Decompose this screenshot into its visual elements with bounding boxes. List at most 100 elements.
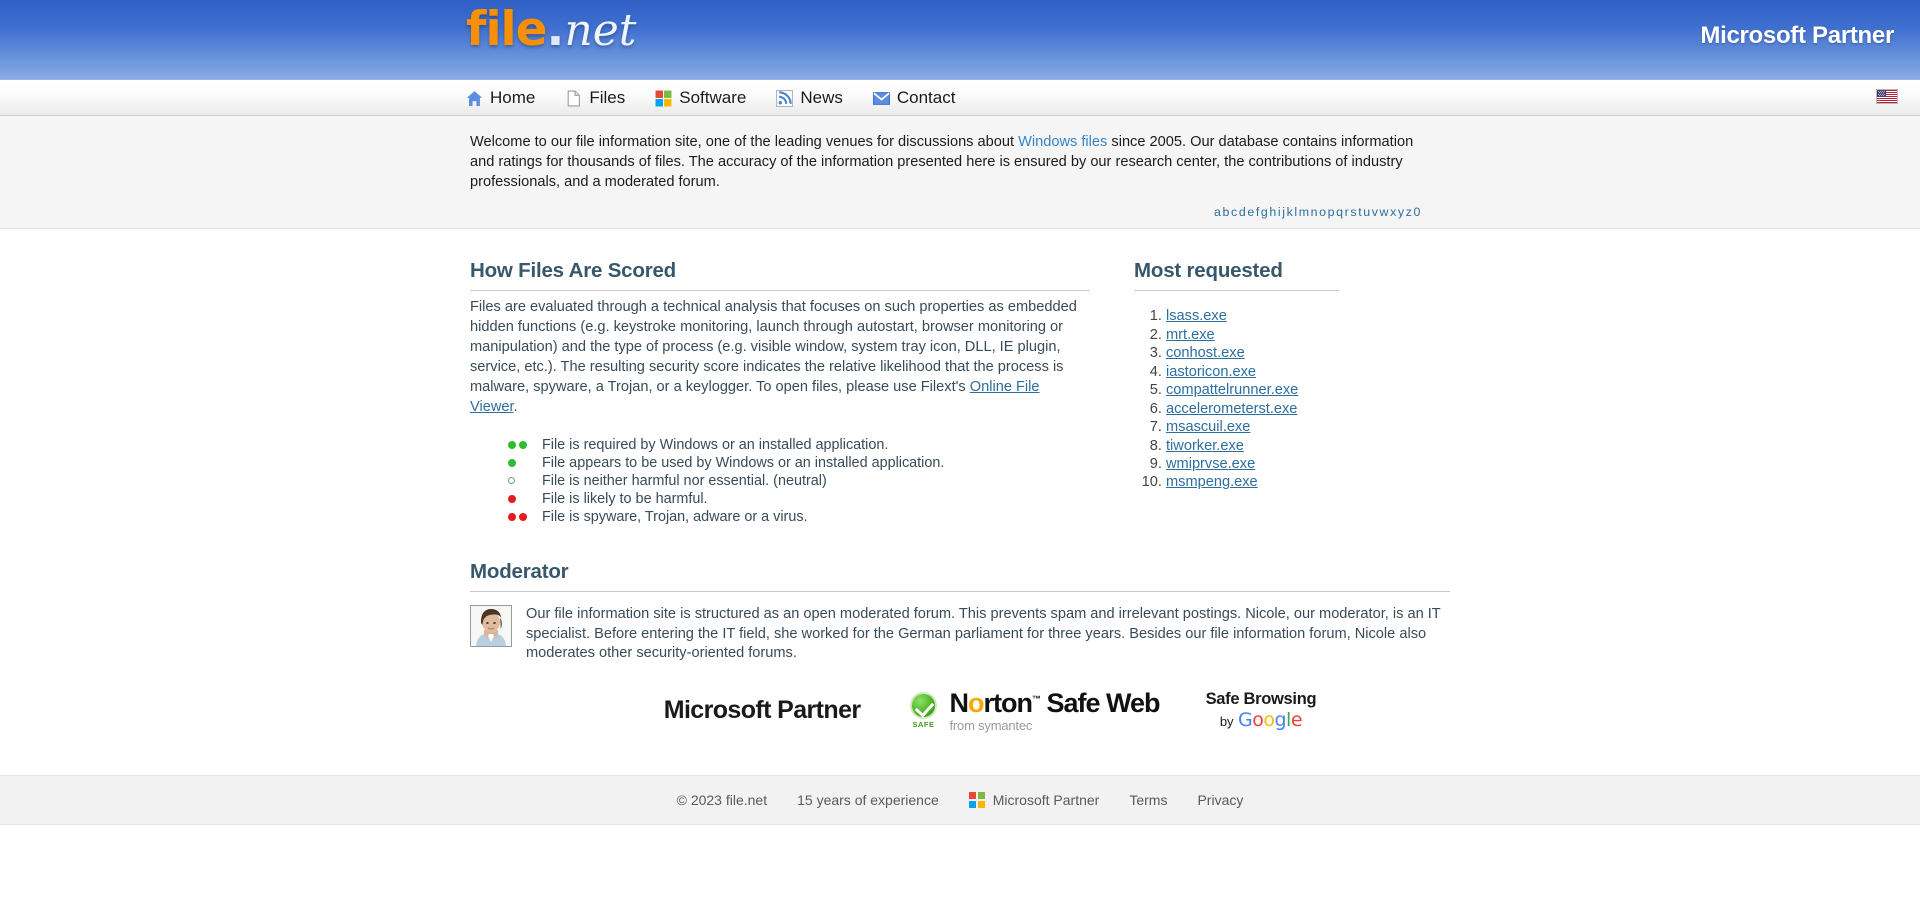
footer-partner-label: Microsoft Partner xyxy=(992,792,1100,808)
list-item: compattelrunner.exe xyxy=(1166,381,1339,399)
list-item: accelerometerst.exe xyxy=(1166,400,1339,418)
safe-browsing-title: Safe Browsing xyxy=(1205,690,1317,709)
nav-item-home[interactable]: Home xyxy=(466,88,535,108)
nav-item-software[interactable]: Software xyxy=(655,88,746,108)
alphabet-link-p[interactable]: p xyxy=(1328,205,1337,219)
nav-label-news: News xyxy=(800,88,843,107)
content-columns: How Files Are Scored Files are evaluated… xyxy=(470,259,1450,525)
page-root: file.net Microsoft Partner Home Files So… xyxy=(0,0,1920,825)
nav-item-files[interactable]: Files xyxy=(565,88,625,108)
nav-label-files: Files xyxy=(589,88,626,107)
intro-wrap: Welcome to our file information site, on… xyxy=(470,132,1450,219)
alphabet-link-b[interactable]: b xyxy=(1223,205,1232,219)
site-footer: © 2023 file.net 15 years of experience M… xyxy=(0,775,1920,825)
safe-browsing-by: by xyxy=(1219,713,1234,729)
alphabet-link-n[interactable]: n xyxy=(1311,205,1320,219)
most-requested-link-msmpeng.exe[interactable]: msmpeng.exe xyxy=(1166,474,1258,490)
scoring-paragraph: Files are evaluated through a technical … xyxy=(470,298,1090,417)
norton-trademark: ™ xyxy=(1032,693,1041,704)
alphabet-link-x[interactable]: x xyxy=(1390,205,1398,219)
most-requested-link-conhost.exe[interactable]: conhost.exe xyxy=(1166,345,1245,361)
google-letter-g2: g xyxy=(1274,708,1287,731)
alphabet-link-q[interactable]: q xyxy=(1336,205,1345,219)
footer-privacy-link[interactable]: Privacy xyxy=(1197,792,1243,808)
alphabet-link-v[interactable]: v xyxy=(1372,205,1380,219)
hollow-circle-icon xyxy=(508,477,542,485)
footer-terms-link[interactable]: Terms xyxy=(1129,792,1167,808)
site-logo[interactable]: file.net xyxy=(466,6,636,53)
norton-n: N xyxy=(949,687,969,718)
most-requested-link-mrt.exe[interactable]: mrt.exe xyxy=(1166,327,1215,343)
rss-icon xyxy=(776,89,794,107)
list-item: tiworker.exe xyxy=(1166,437,1339,455)
alphabet-link-a[interactable]: a xyxy=(1214,205,1223,219)
norton-name-line: Norton™ Safe Web xyxy=(949,687,1161,718)
google-letter-o2: o xyxy=(1263,708,1275,731)
list-item: conhost.exe xyxy=(1166,344,1339,362)
nav-item-news[interactable]: News xyxy=(776,88,843,108)
norton-subtitle: from symantec xyxy=(949,717,1033,733)
scoring-legend: File is required by Windows or an instal… xyxy=(508,436,1090,526)
most-requested-link-compattelrunner.exe[interactable]: compattelrunner.exe xyxy=(1166,382,1298,398)
header-microsoft-partner-badge: Microsoft Partner xyxy=(1700,22,1894,49)
list-item: wmiprvse.exe xyxy=(1166,455,1339,473)
alphabet-link-w[interactable]: w xyxy=(1380,205,1391,219)
most-requested-link-lsass.exe[interactable]: lsass.exe xyxy=(1166,308,1227,324)
alphabet-link-z[interactable]: z xyxy=(1406,205,1414,219)
most-requested-link-tiworker.exe[interactable]: tiworker.exe xyxy=(1166,438,1244,454)
nav-items-container: Home Files Software News Contact xyxy=(466,80,955,116)
microsoft-logo-icon xyxy=(655,90,672,107)
moderator-section: Moderator Our file information site is s… xyxy=(470,560,1450,664)
norton-o: o xyxy=(968,687,984,718)
legend-label: File is spyware, Trojan, adware or a vir… xyxy=(542,508,808,525)
norton-wordmark: Norton™ Safe Web from symantec xyxy=(949,687,1161,733)
nav-item-contact[interactable]: Contact xyxy=(872,88,955,108)
logo-text-net: net xyxy=(564,5,637,56)
moderator-text: Our file information site is structured … xyxy=(526,605,1441,662)
list-item: iastoricon.exe xyxy=(1166,363,1339,381)
intro-paragraph: Welcome to our file information site, on… xyxy=(470,132,1422,192)
norton-safe-label: SAFE xyxy=(912,720,935,730)
alphabet-link-0[interactable]: 0 xyxy=(1414,205,1423,219)
moderator-heading: Moderator xyxy=(470,560,1450,592)
site-header: file.net Microsoft Partner xyxy=(0,0,1920,80)
legend-row: File is neither harmful nor essential. (… xyxy=(508,472,1090,490)
norton-safe-web-text: Safe Web xyxy=(1046,687,1161,718)
alphabet-link-u[interactable]: u xyxy=(1363,205,1372,219)
legend-row: File is spyware, Trojan, adware or a vir… xyxy=(508,508,1090,526)
legend-row: File is required by Windows or an instal… xyxy=(508,436,1090,454)
alphabet-link-c[interactable]: c xyxy=(1231,205,1239,219)
legend-label: File is required by Windows or an instal… xyxy=(542,436,889,453)
moderator-body: Our file information site is structured … xyxy=(470,604,1450,664)
us-flag-icon[interactable] xyxy=(1876,89,1898,104)
alphabet-link-e[interactable]: e xyxy=(1247,205,1256,219)
most-requested-link-wmiprvse.exe[interactable]: wmiprvse.exe xyxy=(1166,456,1255,472)
home-icon xyxy=(466,90,483,107)
nav-label-home: Home xyxy=(490,88,536,107)
nav-label-software: Software xyxy=(679,88,747,107)
document-icon xyxy=(565,90,582,107)
alphabet-link-o[interactable]: o xyxy=(1319,205,1328,219)
norton-checkmark-icon xyxy=(910,692,938,720)
alphabet-link-m[interactable]: m xyxy=(1299,205,1311,219)
right-column: Most requested lsass.exe mrt.exe conhost.e… xyxy=(1134,259,1339,525)
alphabet-link-h[interactable]: h xyxy=(1269,205,1278,219)
windows-files-link[interactable]: Windows files xyxy=(1018,134,1107,150)
google-letter-e: e xyxy=(1290,708,1303,731)
alphabet-link-y[interactable]: y xyxy=(1398,205,1406,219)
most-requested-link-msascuil.exe[interactable]: msascuil.exe xyxy=(1166,419,1250,435)
left-column: How Files Are Scored Files are evaluated… xyxy=(470,259,1090,525)
avatar xyxy=(470,604,512,647)
footer-microsoft-partner: Microsoft Partner xyxy=(968,792,1100,808)
most-requested-link-accelerometerst.exe[interactable]: accelerometerst.exe xyxy=(1166,401,1297,417)
legend-row: File is likely to be harmful. xyxy=(508,490,1090,508)
norton-rton: rton xyxy=(983,687,1033,718)
most-requested-link-iastoricon.exe[interactable]: iastoricon.exe xyxy=(1166,364,1256,380)
footer-experience: 15 years of experience xyxy=(797,792,939,808)
scoring-heading: How Files Are Scored xyxy=(470,259,1090,292)
footer-copyright: © 2023 file.net xyxy=(676,792,768,808)
one-red-dot-icon xyxy=(508,494,542,503)
most-requested-list: lsass.exe mrt.exe conhost.exe iastoricon.ex… xyxy=(1134,307,1339,492)
list-item: lsass.exe xyxy=(1166,307,1339,325)
google-letter-o1: o xyxy=(1252,708,1264,731)
